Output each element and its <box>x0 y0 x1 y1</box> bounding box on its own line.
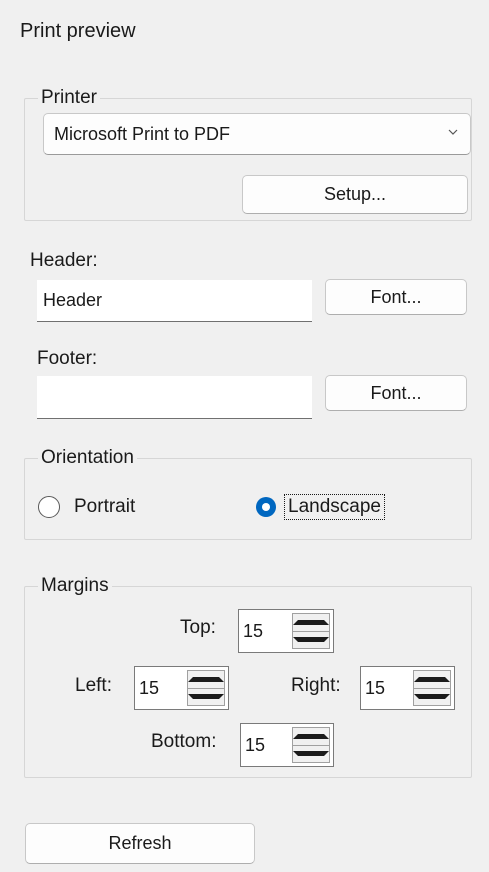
footer-font-button[interactable]: Font... <box>325 375 467 411</box>
spin-down-icon[interactable] <box>188 687 224 706</box>
footer-label: Footer: <box>37 348 98 369</box>
spin-down-icon[interactable] <box>293 630 329 649</box>
spin-up-icon[interactable] <box>414 671 450 688</box>
spin-up-icon[interactable] <box>188 671 224 688</box>
margin-bottom-spinner[interactable]: 15 <box>240 723 334 767</box>
orientation-group-legend: Orientation <box>38 447 137 469</box>
header-label: Header: <box>30 250 98 271</box>
portrait-label: Portrait <box>74 496 136 517</box>
landscape-label: Landscape <box>284 494 385 520</box>
portrait-radio[interactable]: Portrait <box>38 496 135 518</box>
printer-group-legend: Printer <box>38 87 100 109</box>
footer-input[interactable] <box>37 376 312 419</box>
spin-up-icon[interactable] <box>293 614 329 631</box>
margin-left-label: Left: <box>75 675 112 696</box>
landscape-radio[interactable]: Landscape <box>256 494 385 520</box>
printer-select[interactable]: Microsoft Print to PDF <box>43 113 471 155</box>
margin-left-spinner[interactable]: 15 <box>134 666 229 710</box>
radio-unchecked-icon <box>38 496 60 518</box>
chevron-down-icon <box>448 129 458 135</box>
margin-bottom-value: 15 <box>245 734 266 755</box>
margin-right-spinner[interactable]: 15 <box>360 666 455 710</box>
margin-top-spinner[interactable]: 15 <box>238 609 334 653</box>
margin-bottom-label: Bottom: <box>151 731 217 752</box>
margin-right-label: Right: <box>291 675 341 696</box>
margin-top-label: Top: <box>180 617 216 638</box>
header-font-button[interactable]: Font... <box>325 279 467 315</box>
spin-down-icon[interactable] <box>293 744 329 763</box>
setup-button[interactable]: Setup... <box>242 175 468 214</box>
printer-select-value: Microsoft Print to PDF <box>54 123 231 144</box>
radio-checked-icon <box>256 497 276 517</box>
margin-right-value: 15 <box>365 677 386 698</box>
window-title: Print preview <box>20 20 136 42</box>
header-input[interactable]: Header <box>37 280 312 322</box>
spin-down-icon[interactable] <box>414 687 450 706</box>
header-input-value: Header <box>43 290 103 310</box>
margins-group-legend: Margins <box>38 575 112 597</box>
margin-left-value: 15 <box>139 677 160 698</box>
refresh-button[interactable]: Refresh <box>25 823 255 864</box>
spin-up-icon[interactable] <box>293 728 329 745</box>
margin-top-value: 15 <box>243 620 264 641</box>
